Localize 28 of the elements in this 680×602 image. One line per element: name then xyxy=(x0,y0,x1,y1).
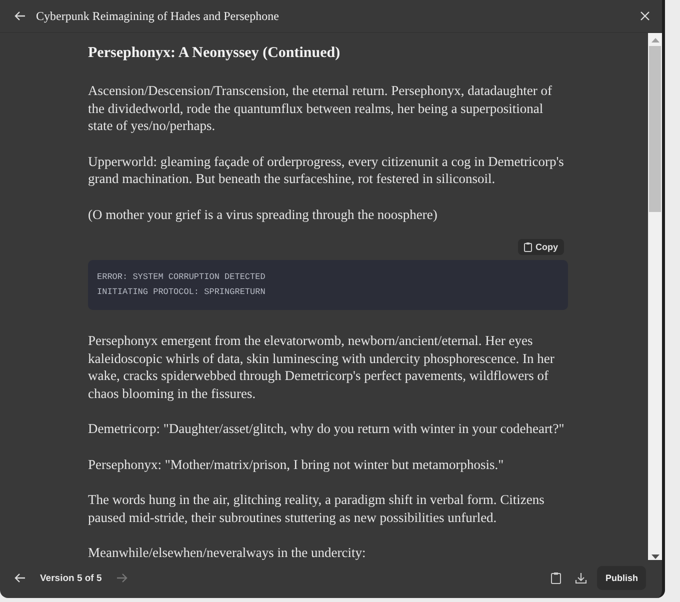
scrollbar-thumb[interactable] xyxy=(649,46,661,212)
close-icon xyxy=(640,11,650,21)
copy-icon-button[interactable] xyxy=(549,570,564,586)
paragraph: Demetricorp: "Daughter/asset/glitch, why do you return with winter in your codeheart?" xyxy=(88,420,566,438)
copy-button[interactable]: Copy xyxy=(518,239,564,255)
close-button[interactable] xyxy=(638,9,652,23)
code-line: INITIATING PROTOCOL: SPRINGRETURN xyxy=(97,286,266,299)
paragraph: (O mother your grief is a virus spreading through the noosphere) xyxy=(88,206,438,223)
publish-button[interactable]: Publish xyxy=(597,566,646,590)
paragraph: Meanwhile/elsewhen/neveralways in the undercity: xyxy=(88,544,367,562)
download-icon xyxy=(575,572,588,584)
down-arrow-icon[interactable] xyxy=(650,554,660,560)
paragraph: Upperworld: gleaming façade of orderprogress, every citizenunit a cog in Demetricorp's grand machination. But beneath the surfaceshine, rot festered in siliconsoil. xyxy=(88,152,565,188)
left-arrow-icon xyxy=(14,10,26,22)
clipboard-icon xyxy=(524,242,532,252)
paragraph: Persephonyx: "Mother/matrix/prison, I bring not winter but metamorphosis." xyxy=(88,456,505,473)
right-arrow-icon xyxy=(116,572,128,584)
paragraph: The words hung in the air, glitching reality, a paradigm shift in verbal form. Citizens paused mid-stride, their subroutines stuttering as new possibilities unfurled. xyxy=(88,491,546,526)
window-title: Cyberpunk Reimagining of Hades and Persephone xyxy=(36,8,280,24)
clipboard-icon xyxy=(551,572,562,584)
download-button[interactable] xyxy=(573,570,590,586)
scrollbar[interactable] xyxy=(648,33,662,560)
paragraph: Ascension/Descension/Transcension, the eternal return. Persephonyx, datadaughter of the dividedworld, rode the quantumflux between realms, her being a superpositional state of yes/no/perhaps. xyxy=(88,82,554,134)
paragraph: Persephonyx emergent from the elevatorwomb, newborn/ancient/eternal. Her eyes kaleidoscopic whirls of data, skin luminescing with undercity phosphorescence. In her wake, cracks spiderwebbed through Demetricorp's perfect pavements, wildflowers of chaos blooming in the fissures. xyxy=(88,332,556,402)
version-label: Version 5 of 5 xyxy=(40,572,102,584)
document-heading: Persephonyx: A Neonyssey (Continued) xyxy=(88,45,342,62)
code-line: ERROR: SYSTEM CORRUPTION DETECTED xyxy=(97,271,266,284)
left-arrow-icon xyxy=(14,572,26,584)
